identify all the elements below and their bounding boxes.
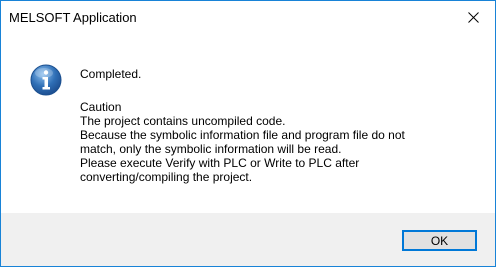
message-line: match, only the symbolic information wil… [80, 142, 342, 156]
title-bar[interactable]: MELSOFT Application [1, 1, 495, 33]
message-line: The project contains uncompiled code. [80, 114, 286, 128]
message-text: Completed. Caution The project contains … [80, 67, 485, 184]
window-title: MELSOFT Application [9, 10, 137, 25]
message-line: Caution [80, 100, 122, 114]
message-headline: Completed. [80, 67, 142, 81]
information-icon [30, 64, 62, 96]
close-icon [467, 11, 479, 23]
message-line: Please execute Verify with PLC or Write … [80, 156, 360, 170]
message-line: Because the symbolic information file an… [80, 128, 405, 142]
message-line: converting/compiling the project. [80, 170, 253, 184]
message-area: Completed. Caution The project contains … [1, 33, 495, 213]
button-bar: OK [1, 213, 495, 266]
close-button[interactable] [451, 1, 495, 33]
message-dialog: MELSOFT Application Completed. Caution T… [0, 0, 496, 267]
ok-button[interactable]: OK [402, 230, 477, 251]
